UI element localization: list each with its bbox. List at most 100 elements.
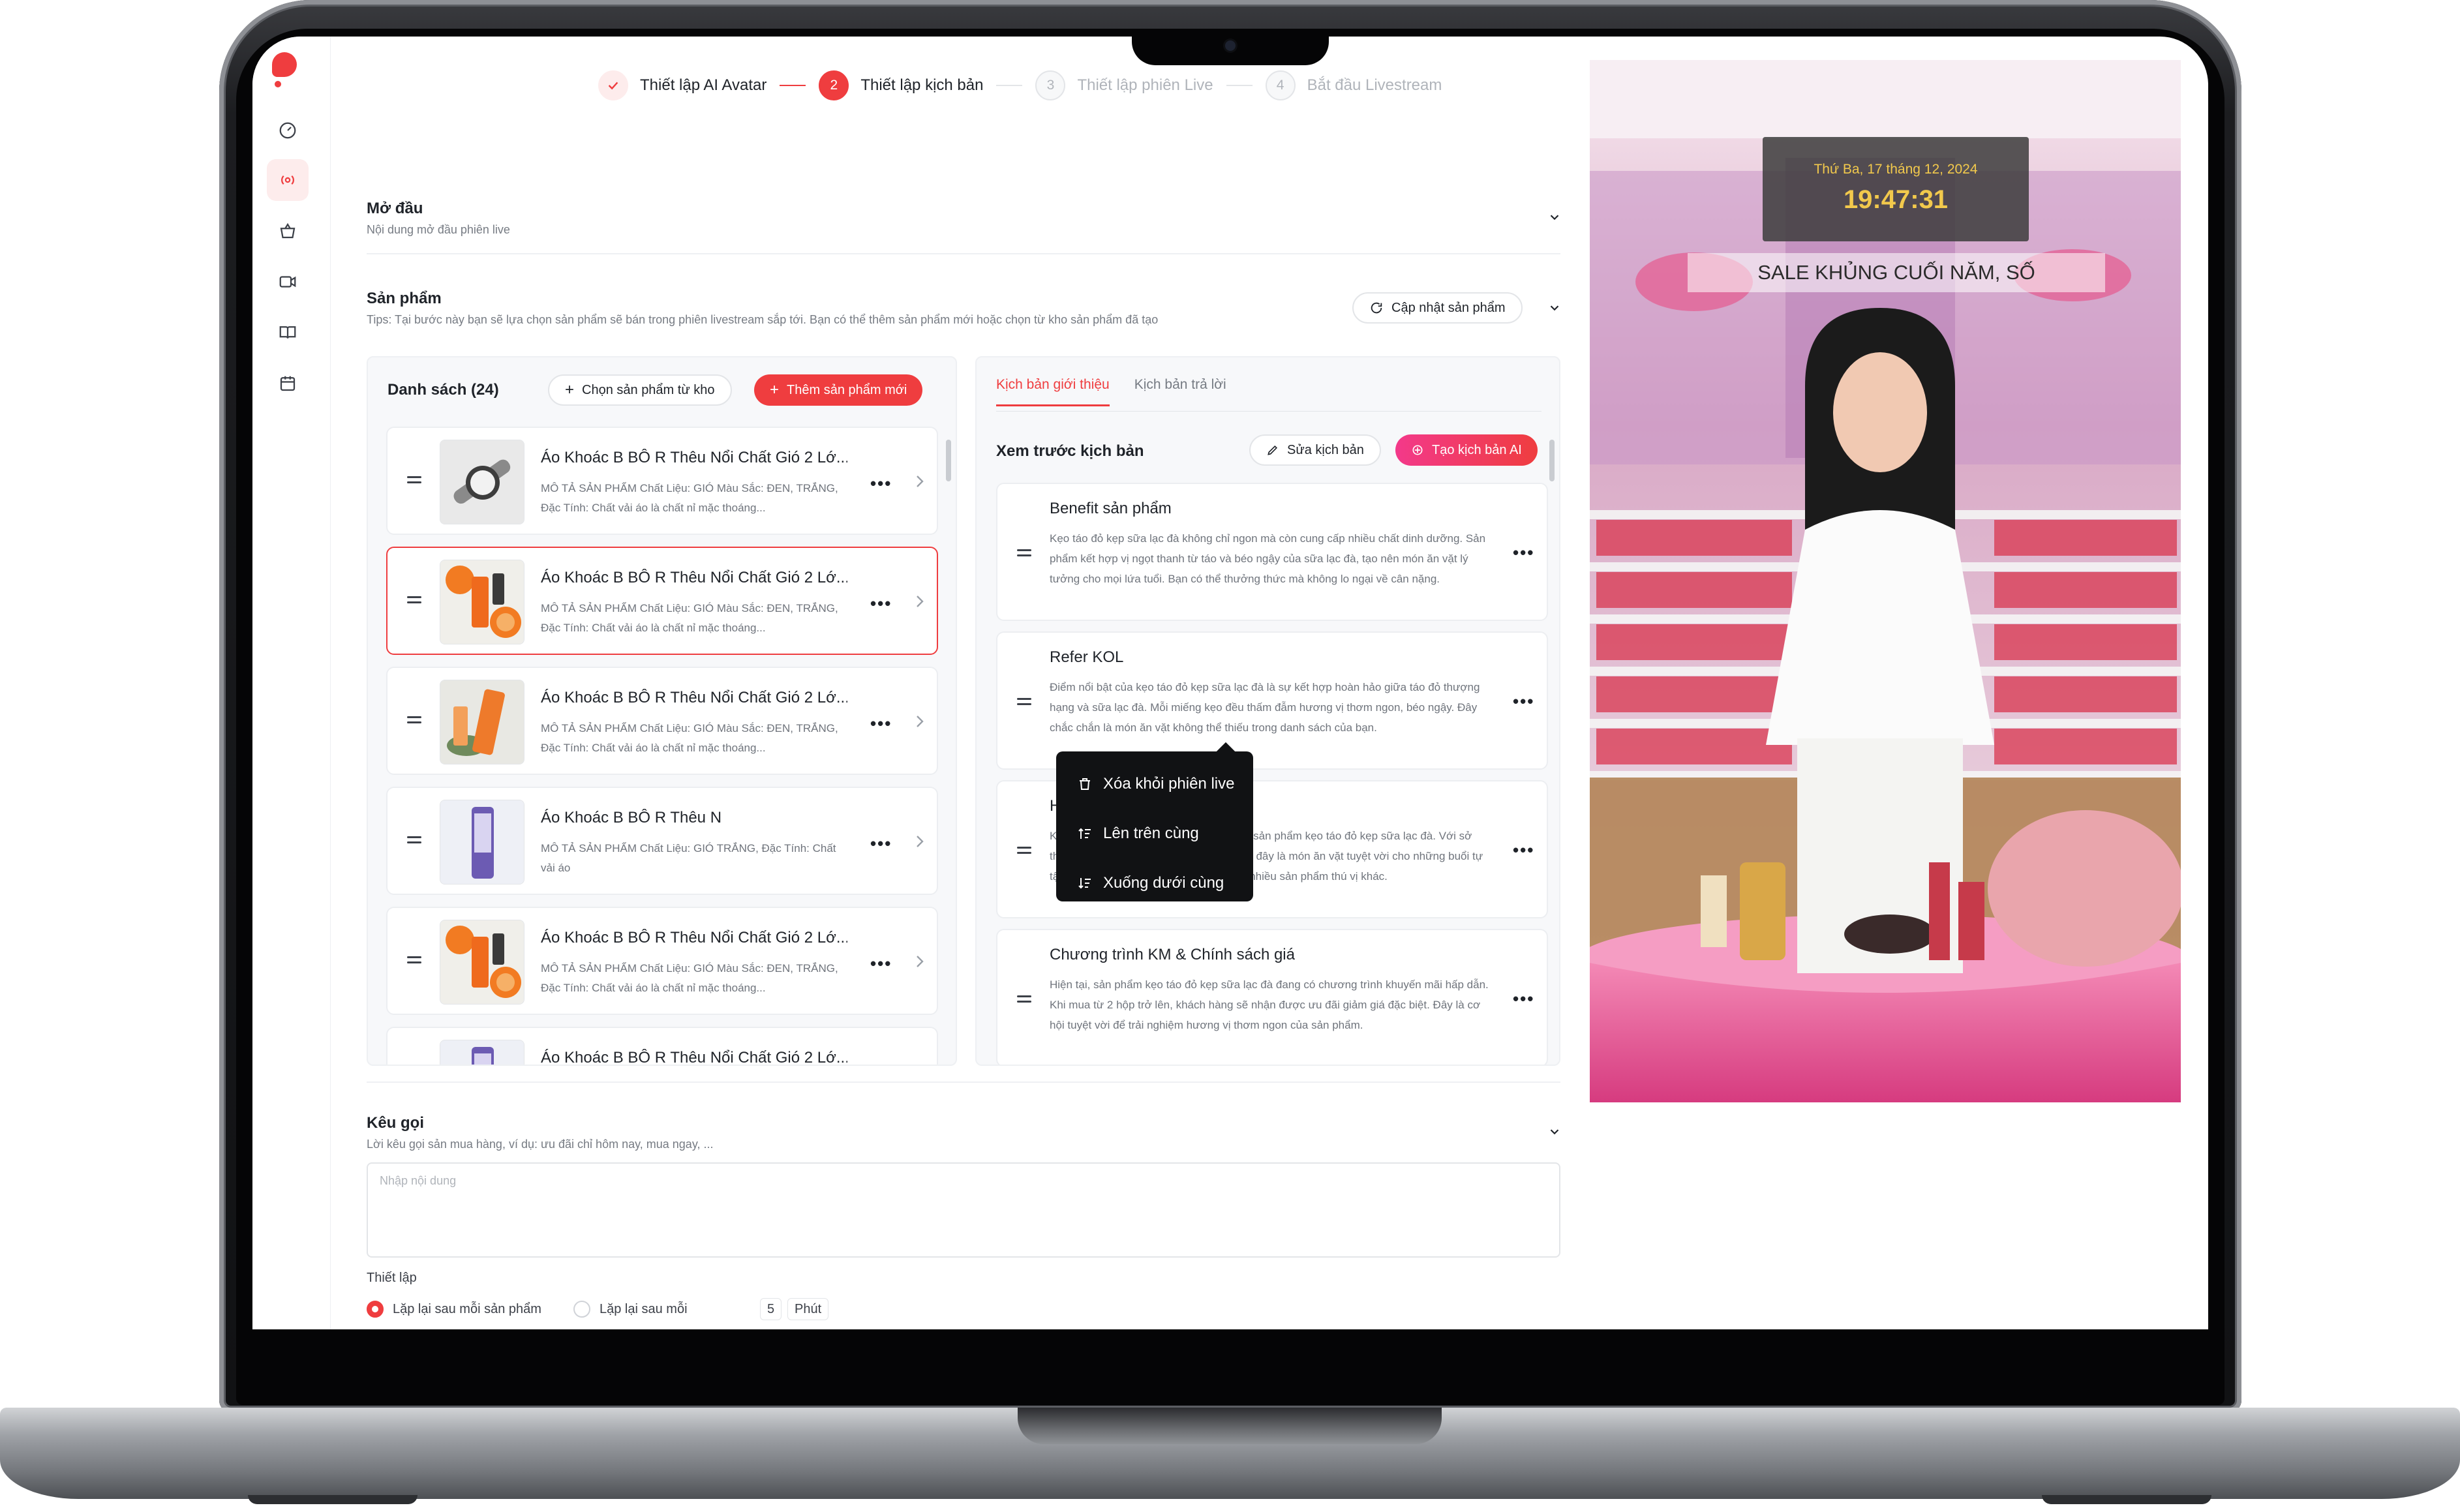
update-products-button[interactable]: Cập nhật sản phẩm xyxy=(1352,292,1523,324)
step-number: 3 xyxy=(1035,70,1066,100)
menu-item-move-bottom[interactable]: Xuống dưới cùng xyxy=(1056,858,1253,908)
tab-reply-script[interactable]: Kịch bản trả lời xyxy=(1134,377,1226,406)
more-options-icon[interactable]: ••• xyxy=(870,474,892,494)
chevron-down-icon[interactable] xyxy=(1547,1125,1562,1139)
script-card-title: Refer KOL xyxy=(1050,648,1124,666)
sidebar-item-products[interactable] xyxy=(267,210,309,252)
product-description: MÔ TẢ SẢN PHẨM Chất Liệu: GIÓ Màu Sắc: Đ… xyxy=(541,602,838,634)
choose-from-stock-label: Chọn sản phẩm từ kho xyxy=(582,382,715,397)
sidebar-item-dashboard[interactable] xyxy=(267,110,309,151)
chevron-right-icon[interactable] xyxy=(915,834,925,849)
check-icon xyxy=(598,70,628,100)
product-card[interactable]: Áo Khoác B BÔ R Thêu Nổi Chất Gió 2 Lớ..… xyxy=(386,427,938,535)
product-title: Áo Khoác B BÔ R Thêu Nổi Chất Gió 2 Lớ..… xyxy=(541,929,847,946)
more-options-icon[interactable]: ••• xyxy=(870,594,892,614)
edit-script-button[interactable]: Sửa kịch bản xyxy=(1249,434,1381,466)
chevron-right-icon[interactable] xyxy=(915,954,925,969)
drag-handle-icon[interactable] xyxy=(1017,548,1031,557)
chevron-right-icon[interactable] xyxy=(915,474,925,489)
drag-handle-icon[interactable] xyxy=(407,955,421,964)
radio-button[interactable] xyxy=(573,1301,590,1318)
stream-time: 19:47:31 xyxy=(1843,185,1949,214)
sidebar-item-guide[interactable] xyxy=(267,312,309,354)
move-top-icon xyxy=(1078,828,1091,839)
product-card[interactable]: Áo Khoác B BÔ R Thêu Nổi Chất Gió 2 Lớ..… xyxy=(386,667,938,775)
step-connector xyxy=(1226,85,1253,86)
settings-label: Thiết lập xyxy=(367,1271,417,1285)
video-icon xyxy=(279,276,296,288)
more-options-icon[interactable]: ••• xyxy=(1513,989,1534,1009)
repeat-after-minutes-option[interactable]: Lặp lại sau mỗi xyxy=(573,1301,688,1318)
sidebar-item-schedule[interactable] xyxy=(267,363,309,404)
interval-unit: Phút xyxy=(787,1298,829,1320)
product-card[interactable]: Áo Khoác B BÔ R Thêu Nổi Chất Gió 2 Lớ..… xyxy=(386,1027,938,1066)
drag-handle-icon[interactable] xyxy=(407,835,421,844)
stepper: Thiết lập AI Avatar 2 Thiết lập kịch bản… xyxy=(598,70,1442,100)
chevron-down-icon[interactable] xyxy=(1547,301,1562,315)
step-live-session[interactable]: 3 Thiết lập phiên Live xyxy=(1035,70,1213,100)
chevron-down-icon[interactable] xyxy=(1547,210,1562,224)
more-options-icon[interactable]: ••• xyxy=(870,834,892,854)
product-card[interactable]: Áo Khoác B BÔ R Thêu N MÔ TẢ SẢN PHẨM Chấ… xyxy=(386,787,938,895)
interval-input[interactable]: 5 xyxy=(760,1298,782,1320)
basket-icon xyxy=(280,222,296,239)
product-title: Áo Khoác B BÔ R Thêu Nổi Chất Gió 2 Lớ..… xyxy=(541,1049,847,1066)
product-context-menu: Xóa khỏi phiên live Lên trên cùng Xuống … xyxy=(1056,751,1253,901)
tabs-divider xyxy=(996,411,1541,412)
cta-textarea[interactable]: Nhập nội dung xyxy=(367,1162,1560,1258)
script-card-title: Benefit sản phẩm xyxy=(1050,500,1172,517)
drag-handle-icon[interactable] xyxy=(1017,697,1031,706)
sidebar-item-livestream[interactable] xyxy=(267,159,309,201)
step-start-livestream[interactable]: 4 Bắt đầu Livestream xyxy=(1265,70,1442,100)
scrollbar[interactable] xyxy=(946,440,951,481)
radio-button[interactable] xyxy=(367,1301,384,1318)
script-card-text: Điểm nổi bật của kẹo táo đỏ kẹp sữa lạc … xyxy=(1050,681,1480,734)
repeat-after-product-option[interactable]: Lặp lại sau mỗi sản phẩm xyxy=(367,1301,541,1318)
step-script[interactable]: 2 Thiết lập kịch bản xyxy=(819,70,983,100)
menu-item-move-top[interactable]: Lên trên cùng xyxy=(1056,809,1253,858)
laptop-opening-lip xyxy=(1018,1408,1442,1444)
script-card[interactable]: Refer KOL Điểm nổi bật của kẹo táo đỏ kẹp… xyxy=(996,631,1548,770)
script-card[interactable]: Benefit sản phẩm Kẹo táo đỏ kẹp sữa lạc đ… xyxy=(996,483,1548,621)
repeat-after-product-label: Lặp lại sau mỗi sản phẩm xyxy=(393,1301,541,1316)
app-logo[interactable] xyxy=(272,52,298,89)
chevron-right-icon[interactable] xyxy=(915,594,925,609)
choose-from-stock-button[interactable]: + Chọn sản phẩm từ kho xyxy=(548,374,732,406)
drag-handle-icon[interactable] xyxy=(1017,845,1031,854)
stream-clock: Thứ Ba, 17 tháng 12, 2024 19:47:31 xyxy=(1763,137,2029,241)
product-thumbnail xyxy=(440,560,524,644)
step-connector xyxy=(780,85,806,86)
script-tabs: Kịch bản giới thiệu Kịch bản trả lời xyxy=(996,377,1226,406)
more-options-icon[interactable]: ••• xyxy=(1513,840,1534,860)
drag-handle-icon[interactable] xyxy=(1017,994,1031,1003)
script-card[interactable]: Chương trình KM & Chính sách giá Hiện tại… xyxy=(996,929,1548,1065)
generate-ai-script-button[interactable]: Tạo kịch bản AI xyxy=(1395,434,1538,466)
more-options-icon[interactable]: ••• xyxy=(1513,691,1534,712)
step-label: Thiết lập phiên Live xyxy=(1077,76,1213,94)
more-options-icon[interactable]: ••• xyxy=(870,714,892,734)
chevron-right-icon[interactable] xyxy=(915,714,925,729)
menu-item-remove[interactable]: Xóa khỏi phiên live xyxy=(1056,759,1253,809)
drag-handle-icon[interactable] xyxy=(407,475,421,484)
product-thumbnail xyxy=(440,680,524,764)
move-bottom-icon xyxy=(1078,878,1091,889)
product-card[interactable]: Áo Khoác B BÔ R Thêu Nổi Chất Gió 2 Lớ..… xyxy=(386,547,938,655)
scrollbar[interactable] xyxy=(1549,440,1555,481)
drag-handle-icon[interactable] xyxy=(407,715,421,724)
add-new-product-button[interactable]: + Thêm sản phẩm mới xyxy=(754,374,923,406)
camera-notch xyxy=(1132,29,1329,65)
more-options-icon[interactable]: ••• xyxy=(1513,543,1534,563)
product-card[interactable]: Áo Khoác B BÔ R Thêu Nổi Chất Gió 2 Lớ..… xyxy=(386,907,938,1015)
sidebar xyxy=(252,37,331,1329)
step-ai-avatar[interactable]: Thiết lập AI Avatar xyxy=(598,70,767,100)
more-options-icon[interactable]: ••• xyxy=(870,954,892,974)
menu-item-label: Xuống dưới cùng xyxy=(1103,874,1224,892)
laptop-foot-right xyxy=(2042,1495,2211,1504)
drag-handle-icon[interactable] xyxy=(407,595,421,604)
tab-intro-script[interactable]: Kịch bản giới thiệu xyxy=(996,377,1110,406)
live-icon xyxy=(281,175,294,185)
sidebar-item-video[interactable] xyxy=(267,261,309,303)
generate-ai-script-label: Tạo kịch bản AI xyxy=(1432,442,1522,457)
livestream-preview: Thứ Ba, 17 tháng 12, 2024 19:47:31 SALE … xyxy=(1590,60,2181,1102)
gauge-icon xyxy=(279,122,296,139)
